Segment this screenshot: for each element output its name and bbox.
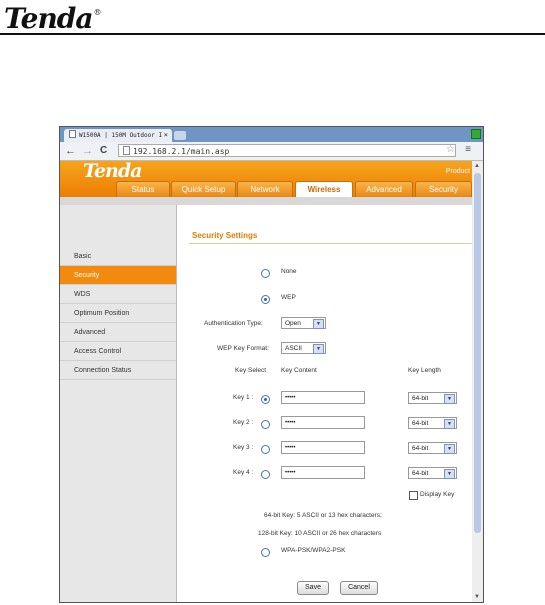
reload-icon[interactable]: C (100, 143, 107, 159)
sidebar: Basic Security WDS Optimum Position Adva… (60, 205, 177, 602)
browser-toolbar: ← → C 192.168.2.1/main.asp ☆ ≡ (60, 142, 483, 161)
key-1-length-select[interactable]: 64-bit ▼ (408, 392, 457, 404)
tab-security[interactable]: Security (415, 181, 472, 197)
key-1-length-value: 64-bit (412, 395, 429, 402)
key-1-input[interactable]: ••••• (281, 391, 365, 404)
browser-window: W1500A | 150M Outdoor I × ← → C 192.168.… (59, 126, 484, 603)
key-4-length-select[interactable]: 64-bit ▼ (408, 467, 457, 479)
radio-wpa-psk[interactable] (261, 548, 270, 557)
page-viewport: Tenda Product Status Quick Setup Network… (60, 161, 472, 602)
close-tab-icon[interactable]: × (164, 129, 168, 142)
sidebar-item-access-control[interactable]: Access Control (60, 342, 176, 361)
tab-advanced[interactable]: Advanced (355, 181, 413, 197)
window-control-icon[interactable] (471, 129, 481, 139)
tab-network[interactable]: Network (237, 181, 293, 197)
key-3-radio[interactable] (261, 445, 270, 454)
display-key-checkbox[interactable] (409, 491, 418, 500)
sidebar-item-advanced[interactable]: Advanced (60, 323, 176, 342)
page-icon (123, 146, 130, 155)
auth-type-select[interactable]: Open ▼ (281, 317, 326, 329)
radio-wep-label: WEP (281, 294, 296, 301)
key-2-label: Key 2 : (233, 419, 254, 426)
key-2-radio[interactable] (261, 420, 270, 429)
tab-wireless[interactable]: Wireless (295, 181, 353, 197)
tab-status[interactable]: Status (116, 181, 170, 197)
sidebar-item-security[interactable]: Security (60, 266, 176, 285)
chevron-down-icon: ▼ (444, 419, 455, 429)
radio-none[interactable] (261, 269, 270, 278)
key-3-length-value: 64-bit (412, 445, 429, 452)
key-3-input[interactable]: ••••• (281, 441, 365, 454)
sidebar-item-connection-status[interactable]: Connection Status (60, 361, 176, 380)
cancel-button[interactable]: Cancel (340, 581, 378, 595)
display-key-label: Display Key (420, 491, 455, 498)
key-select-header: Key Select (235, 367, 267, 374)
chevron-down-icon: ▼ (444, 444, 455, 454)
key-2-length-value: 64-bit (412, 420, 429, 427)
document-logo-text: Tenda (4, 2, 94, 35)
document-header-rule (0, 33, 545, 35)
back-icon[interactable]: ← (65, 143, 76, 159)
key-4-input[interactable]: ••••• (281, 466, 365, 479)
auth-type-value: Open (285, 320, 301, 327)
note-64-bit: 64-bit Key: 5 ASCII or 13 hex characters… (264, 512, 382, 519)
router-header: Tenda Product Status Quick Setup Network… (60, 161, 472, 197)
key-length-header: Key Length (408, 367, 441, 374)
browser-tab[interactable]: W1500A | 150M Outdoor I × (64, 129, 172, 142)
tab-quick-setup[interactable]: Quick Setup (171, 181, 236, 197)
new-tab-button[interactable] (174, 131, 186, 140)
radio-wpa-psk-label: WPA-PSK/WPA2-PSK (281, 547, 346, 554)
router-logo: Tenda (83, 161, 142, 182)
radio-none-label: None (281, 268, 297, 275)
chevron-down-icon: ▼ (444, 469, 455, 479)
vertical-scrollbar[interactable]: ▲ ▼ (472, 161, 483, 602)
key-4-radio[interactable] (261, 470, 270, 479)
key-3-length-select[interactable]: 64-bit ▼ (408, 442, 457, 454)
security-settings-panel: Security Settings None WEP Authenticatio… (177, 205, 472, 602)
key-format-label: WEP Key Format: (217, 345, 269, 352)
address-bar-url: 192.168.2.1/main.asp (133, 147, 230, 156)
auth-type-label: Authentication Type: (204, 320, 263, 327)
radio-wep[interactable] (261, 295, 270, 304)
forward-icon[interactable]: → (82, 143, 93, 159)
document-logo: Tenda® (4, 2, 102, 35)
registered-mark: ® (93, 8, 102, 17)
key-1-radio[interactable] (261, 395, 270, 404)
scrollbar-thumb[interactable] (474, 173, 481, 533)
chevron-down-icon: ▼ (313, 319, 324, 329)
key-content-header: Key Content (281, 367, 317, 374)
browser-tab-title: W1500A | 150M Outdoor I (79, 132, 163, 139)
key-2-input[interactable]: ••••• (281, 416, 365, 429)
key-format-select[interactable]: ASCII ▼ (281, 342, 326, 354)
product-label: Product (445, 168, 470, 175)
key-4-length-value: 64-bit (412, 470, 429, 477)
title-divider (189, 243, 472, 244)
key-format-value: ASCII (285, 345, 302, 352)
page-title: Security Settings (192, 231, 258, 240)
bookmark-star-icon[interactable]: ☆ (446, 144, 455, 155)
menu-icon[interactable]: ≡ (465, 144, 471, 155)
chevron-down-icon: ▼ (313, 344, 324, 354)
sidebar-item-wds[interactable]: WDS (60, 285, 176, 304)
key-3-label: Key 3 : (233, 444, 254, 451)
scroll-down-icon[interactable]: ▼ (474, 594, 480, 600)
key-1-label: Key 1 : (233, 394, 254, 401)
scroll-up-icon[interactable]: ▲ (474, 163, 480, 169)
key-2-length-select[interactable]: 64-bit ▼ (408, 417, 457, 429)
tab-strip: W1500A | 150M Outdoor I × (60, 127, 483, 142)
sidebar-item-optimum-position[interactable]: Optimum Position (60, 304, 176, 323)
note-128-bit: 128-bit Key: 10 ASCII or 26 hex characte… (258, 530, 382, 537)
header-divider (60, 197, 472, 205)
save-button[interactable]: Save (297, 581, 329, 595)
chevron-down-icon: ▼ (444, 394, 455, 404)
address-bar[interactable]: 192.168.2.1/main.asp (118, 144, 456, 157)
page-icon (69, 130, 76, 138)
sidebar-item-basic[interactable]: Basic (60, 247, 176, 266)
key-4-label: Key 4 : (233, 469, 254, 476)
